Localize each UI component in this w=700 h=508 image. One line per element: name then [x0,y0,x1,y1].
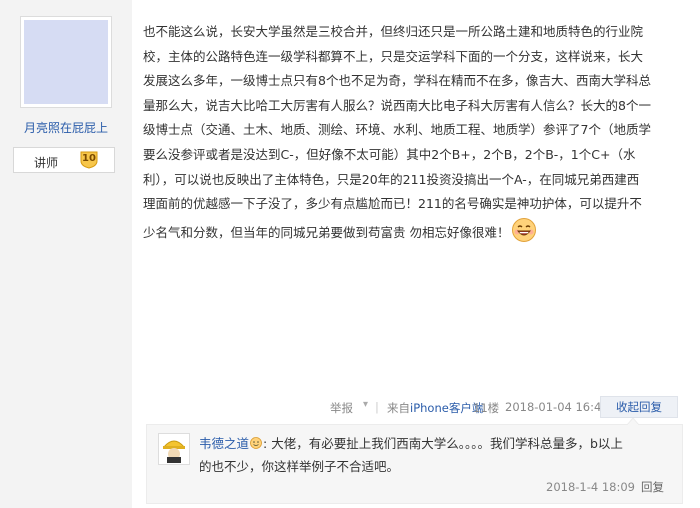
report-dropdown-icon[interactable]: ▾ [363,399,368,410]
reply-text-line1: : 大佬，有必要扯上我们西南大学么。。。。我们学科总量多，b以上 [263,436,623,451]
avatar-placeholder-image [24,20,108,104]
post-content: 也不能这么说，长安大学虽然是三校合并，但终归还只是一所公路土建和地质特色的行业院… [143,20,688,245]
reply-username[interactable]: 韦德之道 [199,436,249,451]
post-footer: 举报 ▾ | 来自iPhone客户端 11楼 2018-01-04 16:46 … [330,396,682,418]
author-name[interactable]: 月亮照在屁屁上 [0,119,132,136]
post-line: 也不能这么说，长安大学虽然是三校合并，但终归还只是一所公路土建和地质特色的行业院 [143,24,644,39]
post-line: 量那么大，说吉大比哈工大厉害有人服么？说西南大比电子科大厉害有人信么？长大的8个… [143,97,651,113]
reply-button[interactable]: 回复 [641,480,664,494]
author-rank-box: 讲师 10 [13,147,115,173]
reply-content: 韦德之道 : 大佬，有必要扯上我们西南大学么。。。。我们学科总量多，b以上 的也不… [199,432,669,478]
rank-title[interactable]: 讲师 [34,154,58,171]
source-prefix: 来自 [387,401,410,415]
post-source: 来自iPhone客户端 [387,400,483,416]
reply-datetime: 2018-1-4 18:09 [546,480,635,494]
post-line: 少名气和分数，但当年的同城兄弟要做到苟富贵 勿相忘好像很难！ [143,224,510,240]
floor-number: 11楼 [473,401,500,415]
reply-box-pointer-icon [627,418,639,425]
report-button[interactable]: 举报 [330,400,353,416]
post-line: 发展这么多年，一级博士点只有8个也不足为奇，学科在精而不在多，像吉大、西南大学科… [143,73,651,89]
footer-separator: | [375,400,379,414]
post-line: 级博士点（交通、土木、地质、测绘、环境、水利、地质工程、地质学）参评了7个（地质… [143,122,651,138]
author-avatar[interactable] [20,16,112,108]
collapse-replies-button[interactable]: 收起回复 [600,396,678,418]
reply-footer: 2018-1-4 18:09 回复 [546,479,664,495]
reply-line: 韦德之道 : 大佬，有必要扯上我们西南大学么。。。。我们学科总量多，b以上 [199,432,669,455]
reply-text-line2: 的也不少，你这样举例子不合适吧。 [199,459,400,474]
post-datetime: 2018-01-04 16:46 [505,400,609,414]
smile-emoji-icon [511,217,537,243]
post-line: 理面前的优越感一下子没了，多少有点尴尬而已！211的名号确实是神功护体，可以提升… [143,196,642,212]
post-line: 利），可以说也反映出了主体特色，只是20年的211投资没搞出一个A-，在同城兄弟… [143,171,640,187]
post-line: 要么没参评或者是没达到C-，但好像不太可能）其中2个B+，2个B，2个B-，1个… [143,146,636,162]
post-line: 校，主体的公路特色连一级学科都算不上，只是交运学科下面的一个分支，这样说来，长大 [143,48,644,64]
small-face-icon [250,433,262,449]
reply-user-avatar[interactable] [158,433,190,465]
author-sidebar: 月亮照在屁屁上 讲师 10 [0,0,132,508]
level-badge-icon: 10 [79,151,99,169]
reply-box: 韦德之道 : 大佬，有必要扯上我们西南大学么。。。。我们学科总量多，b以上 的也不… [146,418,683,504]
level-number: 10 [82,153,96,164]
post-line-last: 少名气和分数，但当年的同城兄弟要做到苟富贵 勿相忘好像很难！ [143,217,688,246]
